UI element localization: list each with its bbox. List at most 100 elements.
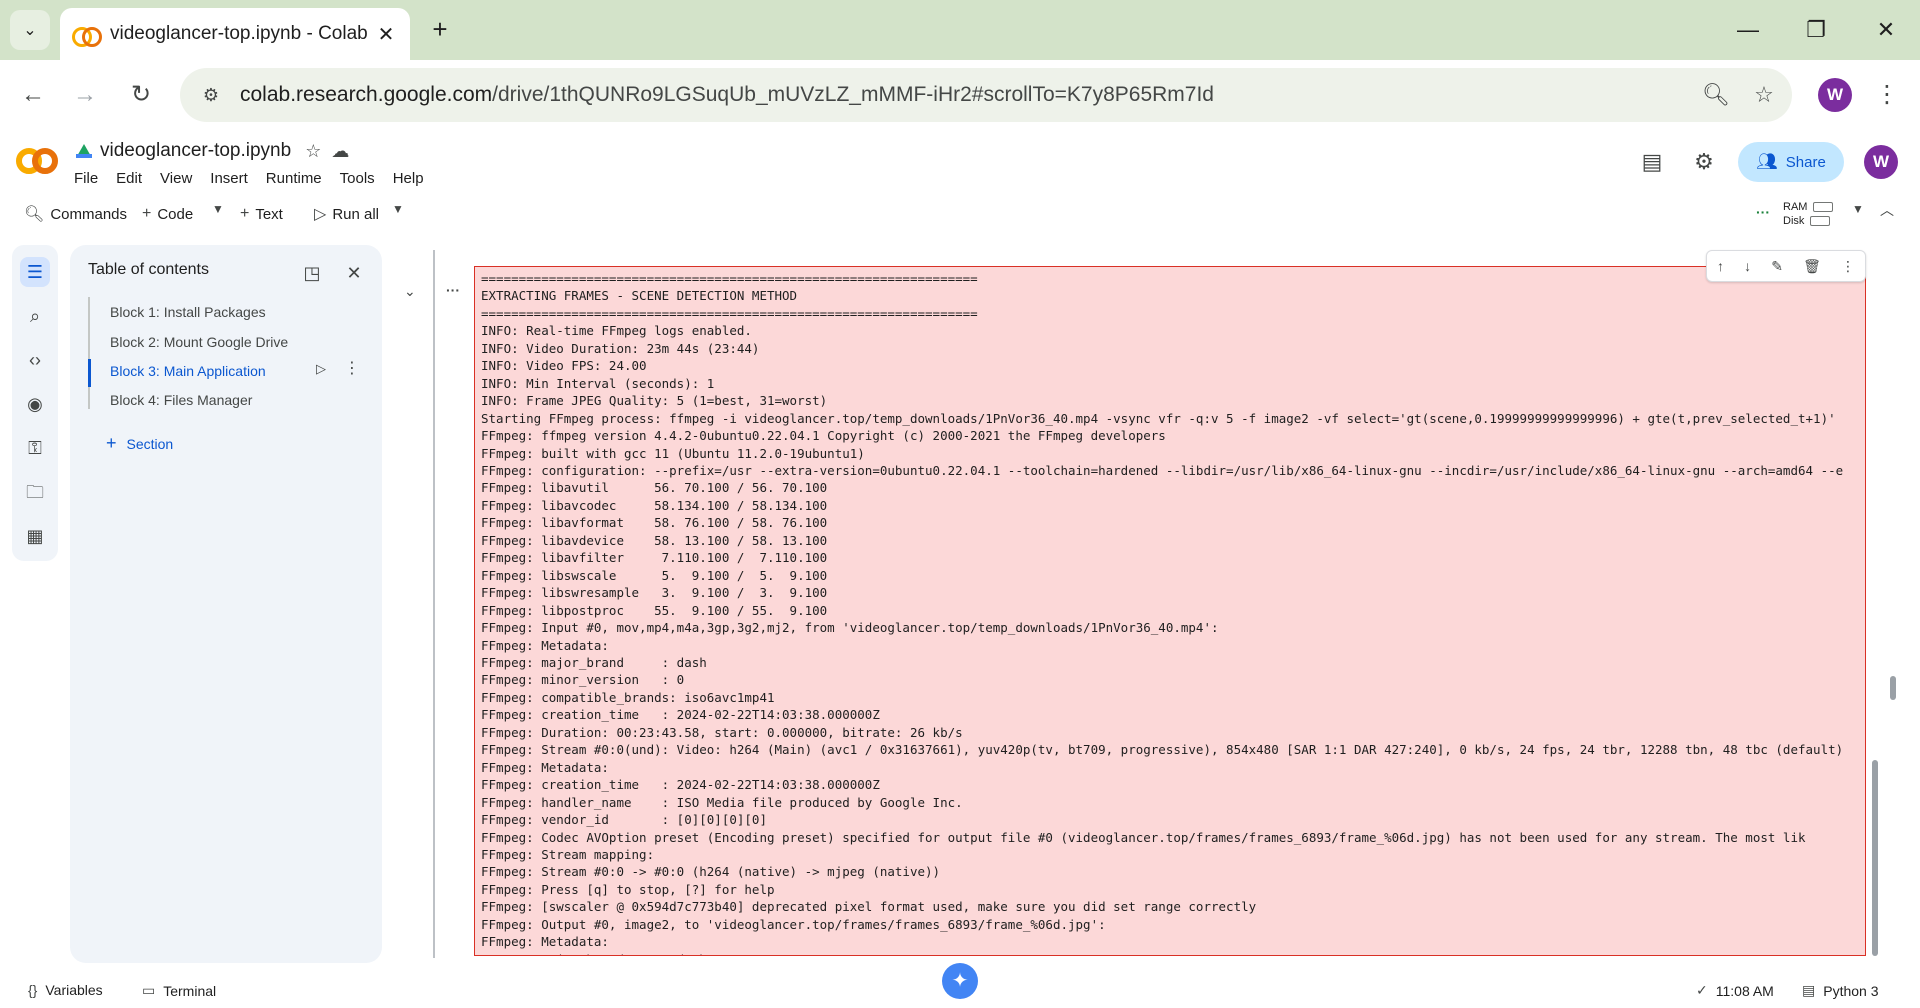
output-line: FFmpeg: libavfilter 7.110.100 / 7.110.10… [481, 550, 828, 566]
settings-gear-icon[interactable]: ⚙ [1688, 146, 1720, 178]
section-more-icon[interactable]: ⋮ [344, 358, 360, 378]
forward-button[interactable]: → [66, 76, 104, 114]
output-line: FFmpeg: major_brand : dash [481, 951, 1859, 955]
menu-file[interactable]: File [74, 170, 98, 187]
collapse-header-icon[interactable]: ︿ [1880, 200, 1894, 220]
output-line: FFmpeg: vendor_id : [0][0][0][0] [481, 812, 767, 828]
code-snippets-icon[interactable]: ‹› [20, 345, 50, 375]
bookmark-star-icon[interactable]: ☆ [1744, 75, 1784, 115]
output-line: INFO: Real-time FFmpeg logs enabled. [481, 323, 752, 339]
left-sidebar-rail: ☰ ⌕ ‹› ◉ ⚿ 🗀 ▦ [12, 245, 58, 561]
variables-button[interactable]: {} Variables [28, 982, 103, 998]
tab-title: videoglancer-top.ipynb - Colab [110, 23, 368, 44]
toc-item-block-1[interactable]: Block 1: Install Packages [110, 304, 266, 320]
url-text[interactable]: colab.research.google.com/drive/1thQUNRo… [240, 83, 1696, 107]
browser-profile-avatar[interactable]: W [1818, 78, 1852, 112]
files-folder-icon[interactable]: 🗀 [20, 477, 50, 507]
site-info-icon[interactable]: ⚙ [196, 80, 226, 110]
gemini-sparkle-icon[interactable]: ✦ [942, 963, 978, 999]
move-down-icon[interactable]: ↓ [1744, 258, 1751, 274]
address-bar[interactable]: ⚙ colab.research.google.com/drive/1thQUN… [180, 68, 1792, 122]
close-panel-icon[interactable]: ✕ [340, 259, 368, 287]
menu-edit[interactable]: Edit [116, 170, 142, 187]
output-line: FFmpeg: Input #0, mov,mp4,m4a,3gp,3g2,mj… [481, 620, 1219, 636]
add-code-button[interactable]: + Code [142, 200, 193, 228]
colab-logo-icon[interactable] [16, 148, 58, 174]
find-replace-icon[interactable]: ⌕ [20, 301, 50, 331]
disk-label: Disk [1783, 215, 1805, 227]
browser-menu-icon[interactable]: ⋮ [1872, 76, 1902, 114]
account-avatar[interactable]: W [1864, 145, 1898, 179]
resource-monitor[interactable]: RAM Disk [1783, 200, 1834, 228]
toc-item-block-2[interactable]: Block 2: Mount Google Drive [110, 334, 288, 350]
run-section-icon[interactable]: ▷ [316, 361, 326, 377]
output-menu-icon[interactable]: ··· [446, 282, 460, 298]
output-line: FFmpeg: ffmpeg version 4.4.2-0ubuntu0.22… [481, 428, 1166, 444]
add-section-button[interactable]: + Section [106, 433, 173, 454]
tab-search-button[interactable]: ⌄ [10, 10, 50, 50]
open-in-tab-icon[interactable]: ◳ [298, 259, 326, 287]
reload-button[interactable]: ↻ [122, 76, 160, 114]
back-button[interactable]: ← [14, 76, 52, 114]
terminal-button[interactable]: ▭ Terminal [142, 982, 216, 999]
toc-item-block-4[interactable]: Block 4: Files Manager [110, 392, 252, 408]
add-text-button[interactable]: + Text [240, 200, 283, 228]
output-line: FFmpeg: Duration: 00:23:43.58, start: 0.… [481, 724, 963, 740]
collapse-output-icon[interactable]: ⌄ [404, 283, 416, 300]
runtime-type[interactable]: ▤ Python 3 [1802, 982, 1879, 999]
output-line: FFmpeg: Metadata: [481, 934, 609, 950]
secrets-key-icon[interactable]: ⚿ [20, 433, 50, 463]
edit-pencil-icon[interactable]: ✎ [1771, 258, 1783, 275]
close-tab-icon[interactable]: ✕ [374, 22, 398, 47]
delete-trash-icon[interactable]: 🗑︎ [1803, 258, 1821, 275]
output-line: FFmpeg: Codec AVOption preset (Encoding … [481, 829, 1806, 845]
data-table-icon[interactable]: ▦ [20, 521, 50, 551]
browser-tab-active[interactable]: videoglancer-top.ipynb - Colab ✕ [60, 8, 410, 60]
run-all-label: Run all [332, 205, 380, 223]
output-line: FFmpeg: libpostproc 55. 9.100 / 55. 9.10… [481, 602, 828, 618]
disk-meter [1810, 216, 1831, 227]
toc-item-block-3[interactable]: Block 3: Main Application [110, 363, 266, 379]
comments-icon[interactable]: ▤ [1636, 146, 1668, 178]
output-scrollbar[interactable] [1872, 760, 1878, 956]
restore-window-button[interactable]: ❐ [1796, 12, 1836, 48]
notebook-title[interactable]: videoglancer-top.ipynb [100, 140, 291, 162]
play-icon: ▷ [314, 206, 327, 223]
plus-icon: + [106, 433, 117, 453]
ram-meter [1813, 202, 1834, 213]
output-line: INFO: Video FPS: 24.00 [481, 358, 647, 374]
cell-more-icon[interactable]: ⋮ [1841, 258, 1855, 275]
menu-view[interactable]: View [160, 170, 192, 187]
output-line: FFmpeg: Stream #0:0(und): Video: h264 (M… [481, 742, 1844, 758]
chevron-down-icon: ⌄ [23, 22, 37, 39]
resources-dropdown-icon[interactable]: ▼ [1852, 202, 1864, 216]
toc-tree-line [88, 297, 90, 409]
star-icon[interactable]: ☆ [305, 141, 321, 162]
code-dropdown-icon[interactable]: ▼ [212, 202, 224, 216]
close-window-button[interactable]: ✕ [1866, 12, 1906, 48]
output-line: INFO: Min Interval (seconds): 1 [481, 375, 715, 391]
output-line: INFO: Frame JPEG Quality: 5 (1=best, 31=… [481, 393, 828, 409]
menu-tools[interactable]: Tools [340, 170, 375, 187]
table-of-contents-icon[interactable]: ☰ [20, 257, 50, 287]
minimize-window-button[interactable]: — [1728, 12, 1768, 48]
people-icon: 👥︎ [1756, 152, 1778, 171]
share-button[interactable]: 👥︎ Share [1738, 142, 1844, 182]
menu-runtime[interactable]: Runtime [266, 170, 322, 187]
output-line: ========================================… [481, 305, 978, 321]
cell-output[interactable]: ========================================… [474, 266, 1866, 956]
run-all-dropdown-icon[interactable]: ▼ [392, 202, 404, 216]
page-scrollbar[interactable] [1890, 676, 1896, 700]
menu-insert[interactable]: Insert [210, 170, 248, 187]
zoom-icon[interactable]: 🔍︎ [1696, 75, 1736, 115]
move-up-icon[interactable]: ↑ [1717, 258, 1724, 274]
colab-header: videoglancer-top.ipynb ☆ ☁ File Edit Vie… [0, 130, 1920, 192]
execution-status[interactable]: ✓ 11:08 AM [1696, 982, 1774, 999]
new-tab-button[interactable]: + [424, 14, 456, 46]
run-all-button[interactable]: ▷ Run all [314, 200, 379, 228]
plus-icon: + [142, 205, 152, 222]
commands-button[interactable]: 🔍︎ Commands [24, 200, 127, 228]
menu-help[interactable]: Help [393, 170, 424, 187]
variables-inspector-icon[interactable]: ◉ [20, 389, 50, 419]
cloud-saved-icon[interactable]: ☁ [331, 141, 349, 162]
